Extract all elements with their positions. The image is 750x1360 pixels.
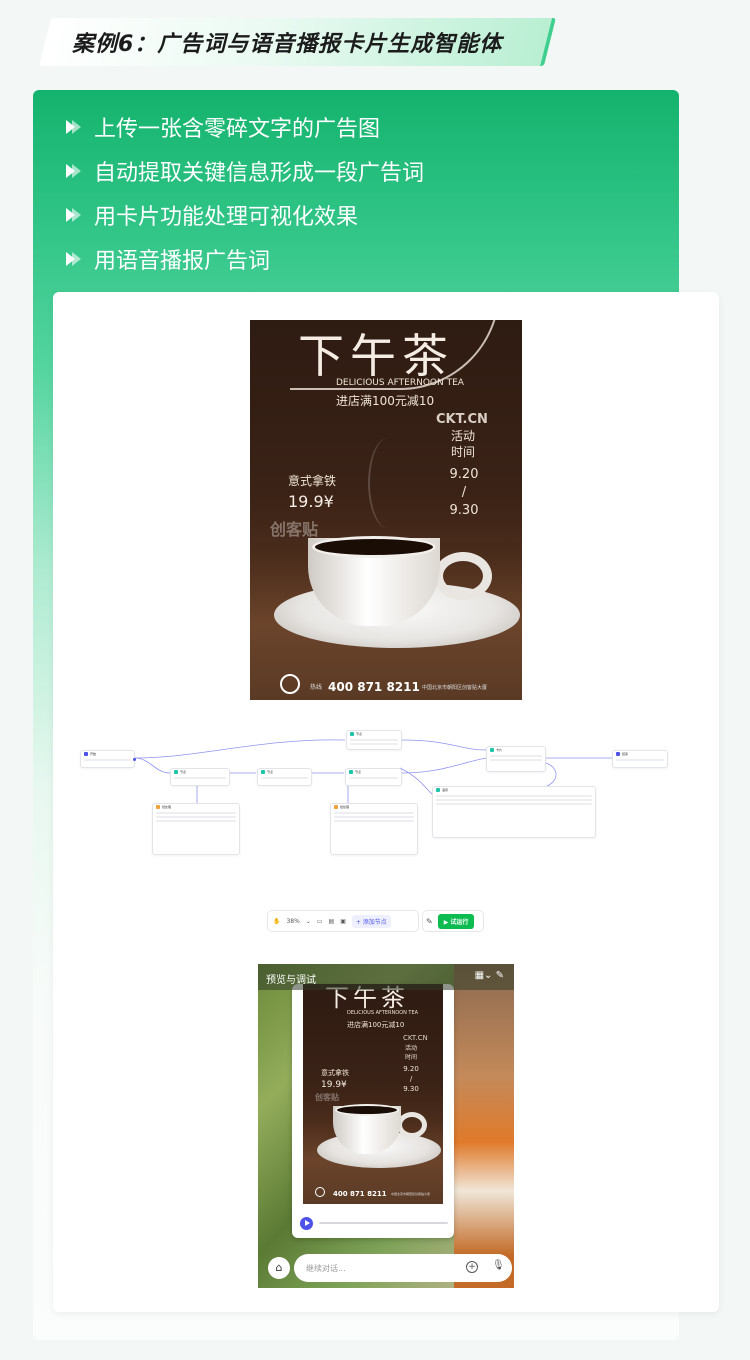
workflow-node-llm-top[interactable]: 节点 xyxy=(346,730,402,750)
chat-input[interactable]: 继续对话... xyxy=(294,1254,512,1282)
poster-dates: 9.20/9.30 xyxy=(449,467,479,518)
ad-poster-image: 下午茶 DELICIOUS AFTERNOON TEA 进店满100元减10 C… xyxy=(250,320,522,700)
add-node-button[interactable]: + 添加节点 xyxy=(351,914,391,928)
pen-icon[interactable]: ✎ xyxy=(426,917,433,926)
workflow-node-end[interactable]: 结束 xyxy=(612,750,668,768)
double-arrow-icon xyxy=(66,118,84,136)
chat-input-bar: ⌂ 继续对话... + 🎙 xyxy=(266,1254,512,1284)
preview-header: 预览与调试 ▦⌄ ✎ xyxy=(258,964,514,990)
canvas-toolbar: ✋ 38% ⌄ ▭ ▤ ▣ + 添加节点 xyxy=(267,910,419,932)
poster-subtitle: DELICIOUS AFTERNOON TEA xyxy=(336,378,464,388)
phone-label: 热线 xyxy=(310,684,323,691)
run-toolbar: ✎ ▶ 试运行 xyxy=(422,910,484,932)
cup-handle xyxy=(434,552,492,600)
layout-icon[interactable]: ▤ xyxy=(329,918,335,925)
workflow-node-extract[interactable]: 节点 xyxy=(345,768,402,786)
poster-brand: CKT.CN xyxy=(436,412,488,427)
settings-icon[interactable]: ▦⌄ ✎ xyxy=(475,970,504,981)
workflow-node-batch[interactable]: 批处理 xyxy=(152,803,240,855)
poster-price: 19.9¥ xyxy=(288,492,334,511)
double-arrow-icon xyxy=(66,250,84,268)
card-poster-thumbnail: 下午茶 DELICIOUS AFTERNOON TEA 进店满100元减10 C… xyxy=(303,984,443,1204)
workflow-node-tts[interactable]: 语音 xyxy=(432,786,596,838)
play-icon[interactable] xyxy=(300,1216,313,1230)
poster-title: 下午茶 xyxy=(298,329,454,383)
poster-phone: 400 871 8211 xyxy=(328,680,420,694)
chevron-down-icon[interactable]: ⌄ xyxy=(306,918,311,925)
preview-title: 预览与调试 xyxy=(266,975,316,986)
double-arrow-icon xyxy=(66,162,84,180)
logo-icon xyxy=(280,674,300,694)
zoom-select[interactable]: 38% xyxy=(286,918,299,925)
background-squirrel xyxy=(454,964,514,1288)
coffee-surface xyxy=(312,536,436,558)
workflow-node-llm[interactable]: 节点 xyxy=(257,768,312,786)
workflow-canvas[interactable]: 开始 节点 节点 节点 节点 卡片 结束 批处理 批处理 语音 xyxy=(80,728,670,858)
poster-item: 意式拿铁 xyxy=(288,474,337,488)
feature-list: 上传一张含零碎文字的广告图 自动提取关键信息形成一段广告词 用卡片功能处理可视化… xyxy=(66,105,424,281)
list-item: 用卡片功能处理可视化效果 xyxy=(66,193,424,237)
poster-promo: 进店满100元减10 xyxy=(336,394,435,408)
minimap-icon[interactable]: ▭ xyxy=(317,918,323,925)
page-title: 案例6：广告词与语音播报卡片生成智能体 xyxy=(72,32,503,57)
list-item: 自动提取关键信息形成一段广告词 xyxy=(66,149,424,193)
add-icon[interactable]: + xyxy=(466,1261,478,1273)
steam xyxy=(368,438,408,528)
workflow-node-loop[interactable]: 批处理 xyxy=(330,803,418,855)
workflow-node-start[interactable]: 开始 xyxy=(80,750,136,768)
audio-player xyxy=(300,1216,448,1230)
list-item: 上传一张含零碎文字的广告图 xyxy=(66,105,424,149)
hand-icon[interactable]: ✋ xyxy=(273,918,280,925)
mic-icon[interactable]: 🎙 xyxy=(492,1260,505,1271)
home-icon[interactable]: ⌂ xyxy=(268,1257,290,1279)
preview-debug-panel: 下午茶 DELICIOUS AFTERNOON TEA 进店满100元减10 C… xyxy=(258,964,514,1288)
double-arrow-icon xyxy=(66,206,84,224)
workflow-node-ocr[interactable]: 节点 xyxy=(170,768,230,786)
test-run-button[interactable]: ▶ 试运行 xyxy=(437,913,475,929)
poster-activity-label: 活动时间 xyxy=(450,429,475,459)
list-item: 用语音播报广告词 xyxy=(66,237,424,281)
audio-progress[interactable] xyxy=(319,1222,448,1224)
workflow-node-card[interactable]: 卡片 xyxy=(486,746,546,772)
poster-address: 中国北京市朝阳区创客贴大厦 xyxy=(422,685,488,691)
image-icon[interactable]: ▣ xyxy=(340,918,346,925)
watermark: 创客贴 xyxy=(270,520,319,539)
